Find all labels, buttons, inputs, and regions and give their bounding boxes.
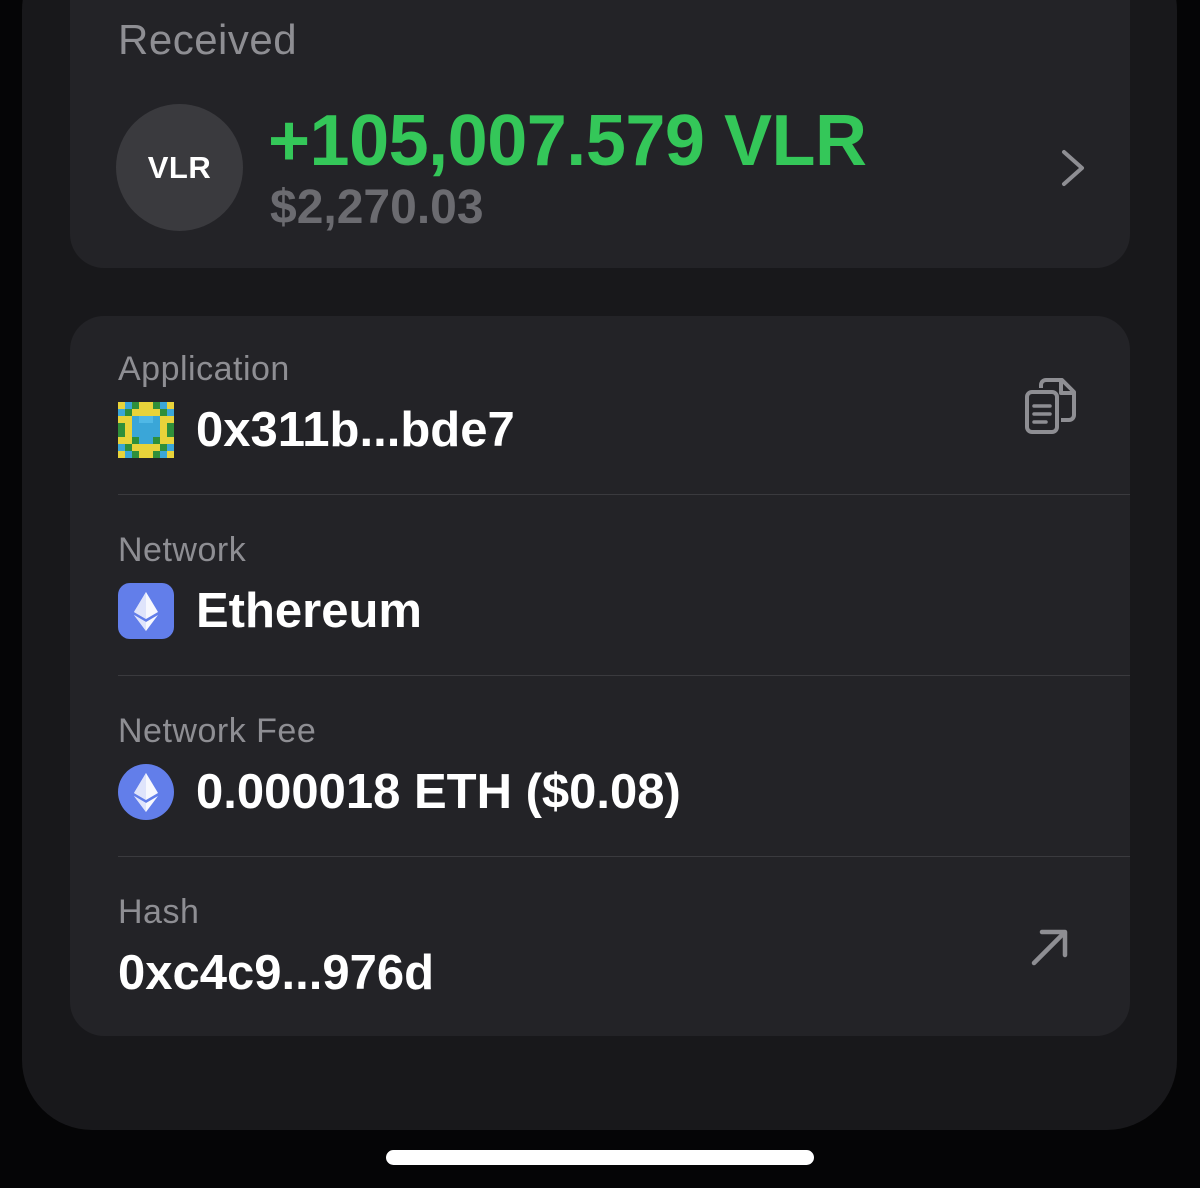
external-link-arrow-icon[interactable]	[1030, 927, 1070, 967]
divider	[118, 856, 1130, 857]
hash-label: Hash	[118, 893, 200, 931]
hash-row[interactable]: Hash 0xc4c9...976d	[118, 859, 1130, 1040]
ethereum-circle-icon	[118, 764, 174, 820]
network-fee-label: Network Fee	[118, 712, 317, 750]
ethereum-square-icon	[118, 583, 174, 639]
application-label: Application	[118, 350, 290, 388]
chevron-right-icon[interactable]	[1056, 148, 1090, 188]
network-row: Network Ethereum	[118, 497, 1130, 678]
token-badge: VLR	[116, 104, 243, 231]
network-name: Ethereum	[196, 584, 423, 638]
application-row: Application 0x311b...bde7	[118, 316, 1130, 497]
divider	[118, 494, 1130, 495]
received-amount: +105,007.579 VLR	[268, 101, 867, 181]
home-indicator	[386, 1150, 814, 1165]
network-label: Network	[118, 531, 247, 569]
divider	[118, 675, 1130, 676]
network-fee-row: Network Fee 0.000018 ETH ($0.08)	[118, 678, 1130, 859]
fiat-value: $2,270.03	[270, 181, 484, 234]
pixel-avatar-icon	[118, 402, 174, 458]
application-address: 0x311b...bde7	[196, 403, 515, 457]
transaction-hash: 0xc4c9...976d	[118, 946, 435, 1000]
copy-icon[interactable]	[1024, 376, 1078, 436]
received-label: Received	[118, 16, 298, 63]
network-fee-value: 0.000018 ETH ($0.08)	[196, 765, 681, 819]
